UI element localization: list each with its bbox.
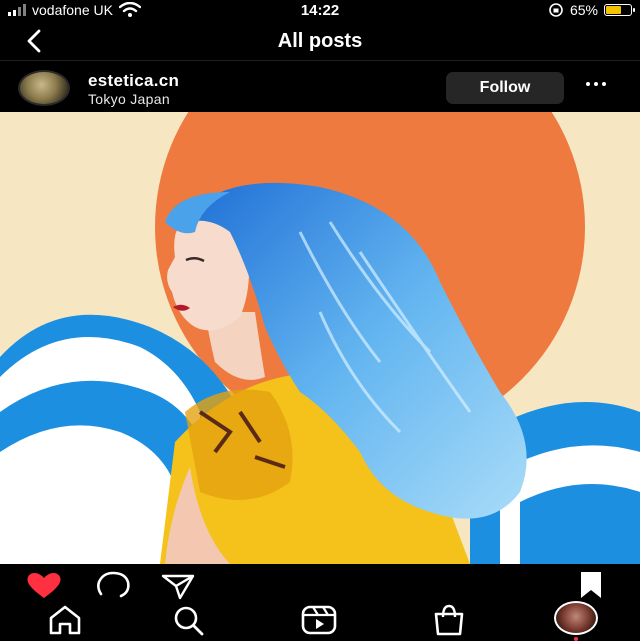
battery-icon	[604, 4, 635, 16]
reels-icon[interactable]	[298, 604, 340, 636]
send-icon[interactable]	[158, 570, 198, 600]
battery-percent: 65%	[569, 2, 598, 18]
comment-icon[interactable]	[93, 570, 133, 600]
profile-avatar[interactable]	[554, 601, 598, 635]
home-icon[interactable]	[44, 604, 86, 636]
more-horizontal-icon[interactable]	[586, 82, 606, 86]
heart-icon[interactable]	[24, 570, 64, 600]
follow-button[interactable]: Follow	[446, 72, 564, 104]
page-title: All posts	[277, 30, 363, 52]
post-username[interactable]: estetica.cn	[88, 71, 179, 91]
garment-pattern	[185, 389, 293, 500]
status-right: 65%	[548, 2, 635, 18]
search-icon[interactable]	[168, 604, 210, 636]
notification-dot	[574, 637, 578, 641]
top-header: All posts	[0, 22, 640, 60]
orientation-lock-icon	[549, 3, 563, 17]
status-time: 14:22	[300, 2, 340, 19]
header-divider	[0, 60, 640, 61]
wave-right-lower	[520, 484, 640, 564]
status-bar: vodafone UK 14:22 65%	[0, 0, 640, 22]
bookmark-icon[interactable]	[574, 570, 608, 600]
shop-icon[interactable]	[428, 604, 470, 636]
battery-fill	[606, 6, 621, 14]
post-location[interactable]: Tokyo Japan	[88, 91, 170, 107]
post-illustration	[0, 112, 640, 564]
bottom-tab-bar	[0, 600, 640, 641]
post-image[interactable]	[0, 112, 640, 564]
post-actions	[0, 566, 640, 602]
avatar[interactable]	[18, 70, 70, 106]
post-header: estetica.cn Tokyo Japan Follow	[0, 62, 640, 112]
